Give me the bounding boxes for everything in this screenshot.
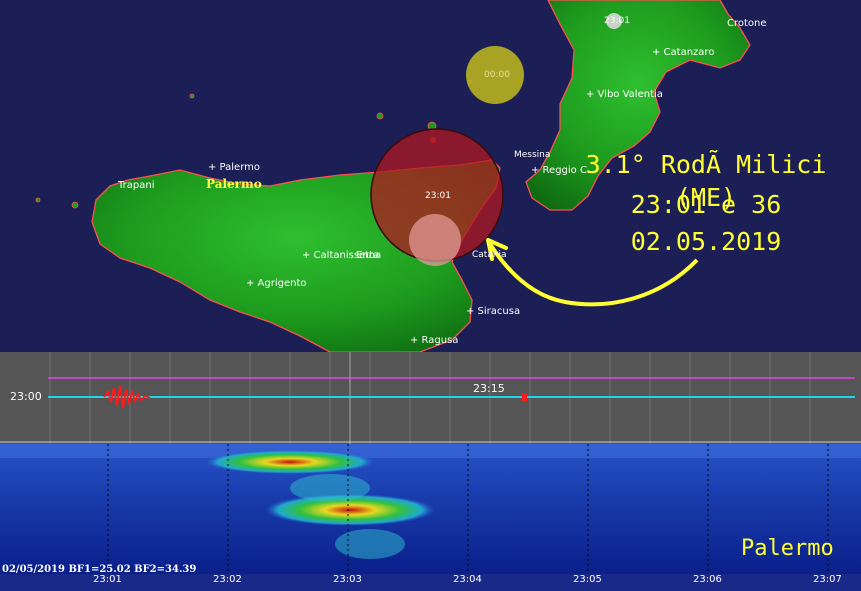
island	[71, 201, 79, 209]
energy-band	[205, 450, 375, 474]
grey-circle-time: 23:01	[604, 16, 630, 26]
epicenter-circle	[409, 214, 461, 266]
seismogram-row-label: 23:00	[10, 390, 42, 403]
city-messina: Messina	[514, 150, 551, 160]
energy-band	[290, 474, 370, 502]
time-tick: 23:06	[693, 574, 722, 585]
time-tick: 23:01	[93, 574, 122, 585]
island	[189, 93, 195, 99]
red-circle-time: 23:01	[425, 191, 451, 201]
earthquake-map: Crotone + Catanzaro + Vibo Valentia + Re…	[0, 0, 861, 352]
quake-time: 23:01 e 36	[630, 190, 782, 219]
city-siracusa: + Siracusa	[466, 306, 521, 317]
time-tick: 23:07	[813, 574, 842, 585]
station-palermo-label: Palermo	[206, 177, 262, 191]
city-agrigento: + Agrigento	[246, 278, 307, 289]
city-palermo-small: + Palermo	[208, 162, 260, 173]
quake-date: 02.05.2019	[630, 227, 782, 256]
city-trapani: Trapani	[118, 180, 155, 191]
energy-band	[335, 529, 405, 559]
yellow-circle-time: 00:00	[484, 70, 510, 80]
station-name: Palermo	[741, 536, 834, 561]
island	[35, 197, 41, 203]
seismogram-mid-label: 23:15	[473, 382, 505, 395]
time-tick: 23:03	[333, 574, 362, 585]
seismogram-panel: 23:00 23:15	[0, 352, 861, 444]
city-catania: Catania	[472, 250, 507, 260]
city-vibo-valentia: + Vibo Valentia	[586, 89, 663, 100]
time-tick: 23:05	[573, 574, 602, 585]
city-crotone: Crotone	[727, 18, 767, 29]
island	[376, 112, 384, 120]
spectrogram-panel: 02/05/2019 BF1=25.02 BF2=34.39 Palermo	[0, 444, 861, 591]
city-enna: Enna	[356, 250, 382, 261]
time-tick: 23:02	[213, 574, 242, 585]
city-catanzaro: + Catanzaro	[652, 47, 715, 58]
city-ragusa: + Ragusa	[410, 335, 459, 346]
time-tick: 23:04	[453, 574, 482, 585]
seismogram-canvas	[0, 352, 861, 444]
